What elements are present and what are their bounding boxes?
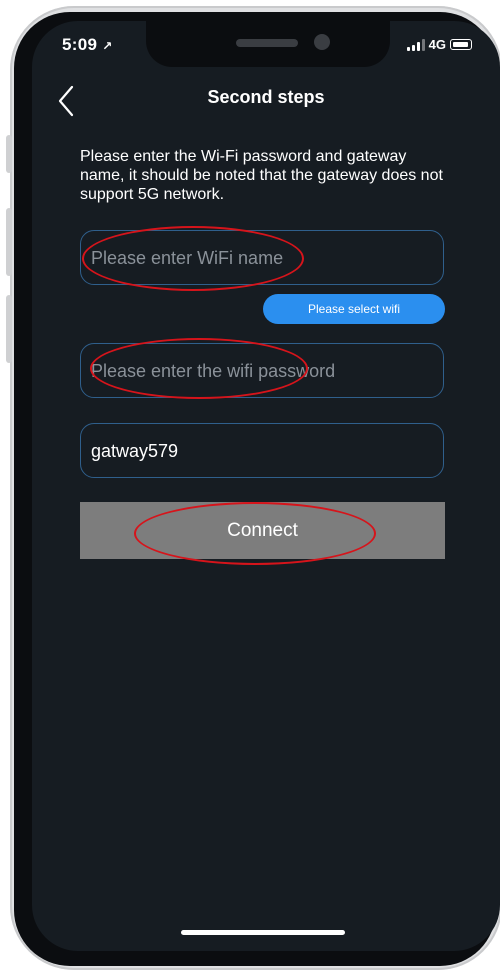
wifi-password-input[interactable] xyxy=(89,344,433,399)
wifi-name-input[interactable] xyxy=(89,231,433,286)
status-time-label: 5:09 xyxy=(62,35,98,54)
select-wifi-button[interactable]: Please select wifi xyxy=(263,294,445,324)
home-indicator xyxy=(181,930,345,935)
wifi-password-field[interactable] xyxy=(80,343,444,399)
status-indicators: 4G xyxy=(406,37,472,52)
notch xyxy=(146,21,390,67)
volume-up-button xyxy=(6,208,12,276)
battery-icon xyxy=(450,39,472,50)
camera xyxy=(314,34,330,50)
connect-button[interactable]: Connect xyxy=(80,502,445,559)
signal-icon xyxy=(406,38,425,51)
page-title: Second steps xyxy=(207,87,325,107)
wifi-name-field[interactable] xyxy=(80,230,444,286)
mute-switch xyxy=(6,135,12,173)
location-arrow-icon: ↗ xyxy=(102,39,113,53)
status-time: 5:09 ↗ xyxy=(62,35,113,55)
instructions-text: Please enter the Wi-Fi password and gate… xyxy=(80,148,443,203)
network-type-label: 4G xyxy=(428,37,446,52)
volume-down-button xyxy=(6,295,12,363)
speaker xyxy=(236,39,298,47)
gateway-name-input[interactable] xyxy=(89,424,433,479)
gateway-name-field[interactable] xyxy=(80,423,444,479)
app-screen: 5:09 ↗ 4G Second steps Please enter the … xyxy=(32,21,500,951)
